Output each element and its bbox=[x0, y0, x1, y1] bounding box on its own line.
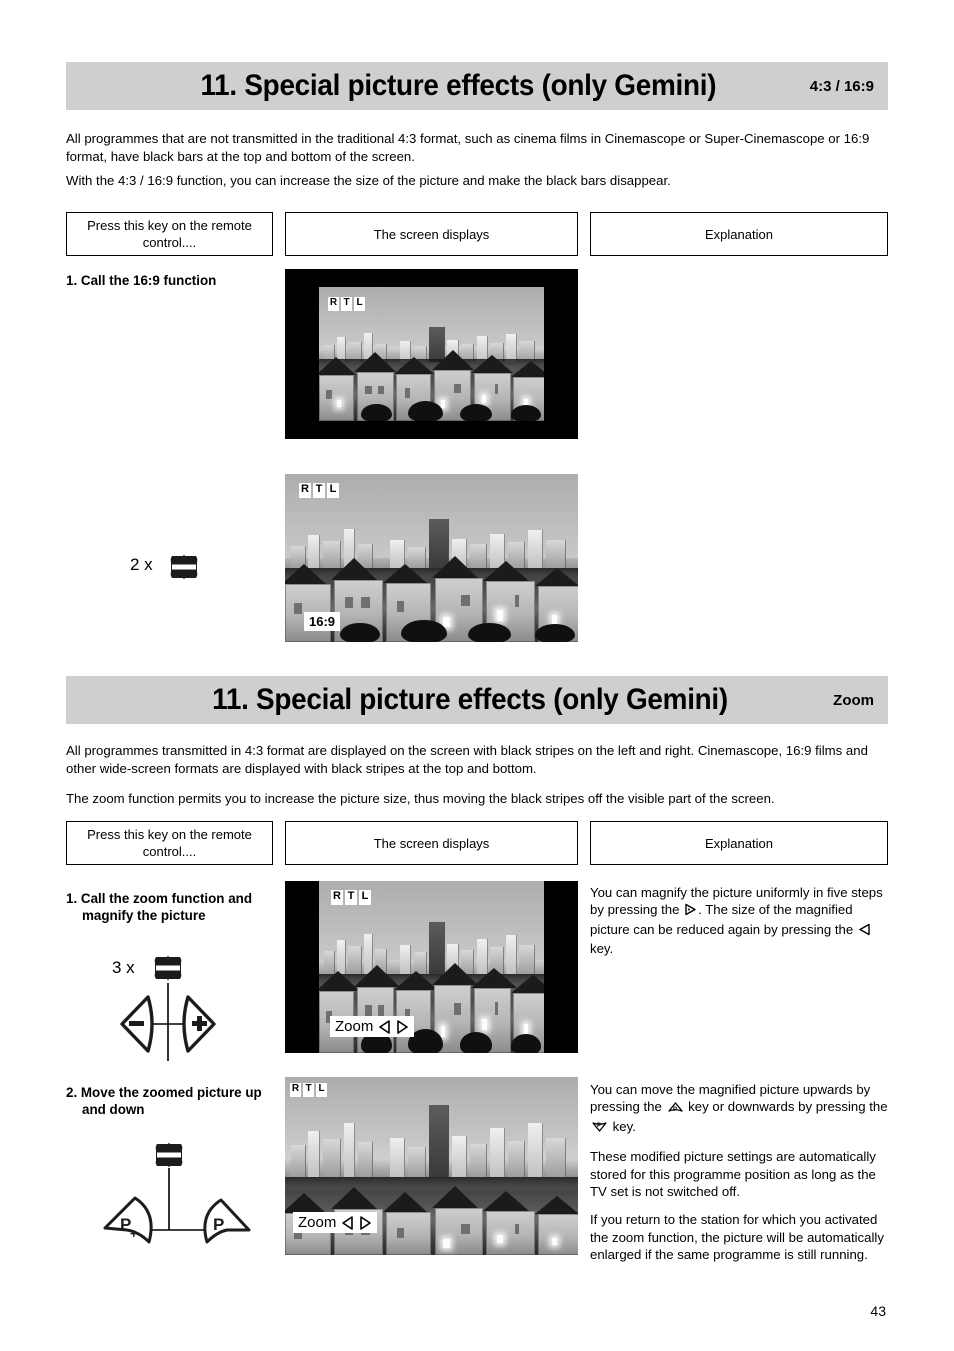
format-key-glyph bbox=[170, 554, 198, 580]
step-label-zoom-1: 1. Call the zoom function and magnify th… bbox=[66, 891, 253, 923]
manual-page: 11. Special picture effects (only Gemini… bbox=[0, 0, 954, 1351]
photo-painted-ladies bbox=[319, 962, 544, 1053]
explanation-magnify: You can magnify the picture uniformly in… bbox=[590, 885, 883, 957]
screen-zoom-shifted-picture-area: R T L Zoom bbox=[285, 1077, 578, 1255]
svg-text:P: P bbox=[213, 1215, 224, 1234]
keypress-count-aspect: 2 x bbox=[130, 555, 153, 574]
screen-169-full: R T L 16:9 bbox=[285, 474, 578, 642]
p-plus-key-icon: P bbox=[667, 1100, 684, 1117]
p-minus-key-icon[interactable]: P - bbox=[203, 1198, 251, 1244]
format-key-glyph bbox=[154, 955, 182, 981]
intro-paragraph-zoom-1: All programmes transmitted in 4:3 format… bbox=[66, 743, 868, 776]
col-header-explanation-1: Explanation bbox=[590, 212, 888, 256]
rtl-logo: R T L bbox=[290, 1083, 327, 1097]
explanation-return: If you return to the station for which y… bbox=[590, 1212, 884, 1263]
keypress-count-zoom: 3 x bbox=[112, 958, 135, 977]
rtl-logo: R T L bbox=[299, 483, 339, 498]
col-header-remote-key-1: Press this key on the remote control.... bbox=[66, 212, 273, 256]
section-header-aspect: 11. Special picture effects (only Gemini… bbox=[66, 62, 888, 110]
screen-zoom-shifted: R T L Zoom bbox=[285, 1077, 578, 1255]
section-header-zoom: 11. Special picture effects (only Gemini… bbox=[66, 676, 888, 724]
intro-paragraph-aspect-2: With the 4:3 / 16:9 function, you can in… bbox=[66, 173, 671, 188]
col-header-explanation-2: Explanation bbox=[590, 821, 888, 865]
photo-painted-ladies bbox=[319, 350, 544, 421]
osd-badge-zoom-2: Zoom bbox=[293, 1212, 378, 1233]
screen-169-picture-area: R T L 16:9 bbox=[285, 474, 578, 642]
section-tag-aspect: 4:3 / 16:9 bbox=[809, 77, 874, 95]
rtl-logo: R T L bbox=[331, 890, 371, 905]
osd-badge-zoom-1: Zoom bbox=[330, 1016, 415, 1037]
screen-zoom-pillarbox: R T L Zoom bbox=[285, 881, 578, 1053]
p-minus-key-icon: P bbox=[591, 1120, 608, 1137]
explanation-move-block: You can move the magnified picture upwar… bbox=[590, 1081, 892, 1275]
format-key-glyph bbox=[155, 1142, 183, 1168]
section-title-zoom: 11. Special picture effects (only Gemini… bbox=[212, 683, 728, 716]
photo-skyline bbox=[285, 1098, 578, 1177]
step-label-aspect-1: 1. Call the 16:9 function bbox=[66, 273, 217, 288]
arrow-keys-diagram bbox=[88, 983, 248, 1066]
svg-text:P: P bbox=[597, 1123, 601, 1129]
explanation-stored: These modified picture settings are auto… bbox=[590, 1149, 876, 1200]
screen-zoom-picture-area: R T L Zoom bbox=[319, 881, 544, 1053]
right-arrow-key-icon bbox=[396, 1019, 409, 1034]
right-arrow-key-icon bbox=[359, 1215, 372, 1230]
svg-text:P: P bbox=[673, 1107, 677, 1113]
p-plus-key-icon[interactable]: P + bbox=[103, 1196, 153, 1244]
section-tag-zoom: Zoom bbox=[833, 691, 874, 709]
left-arrow-key-icon bbox=[858, 923, 871, 940]
step-label-zoom-2: 2. Move the zoomed picture up and down bbox=[66, 1085, 262, 1117]
left-arrow-key-icon bbox=[378, 1019, 391, 1034]
right-arrow-key-icon bbox=[684, 903, 697, 920]
left-arrow-key-icon bbox=[341, 1215, 354, 1230]
format-key-icon-aspect[interactable] bbox=[168, 552, 200, 587]
svg-text:-: - bbox=[224, 1221, 229, 1237]
col-header-remote-key-2: Press this key on the remote control.... bbox=[66, 821, 273, 865]
programme-keys-diagram: P + P - bbox=[95, 1168, 265, 1255]
intro-paragraph-zoom-2: The zoom function permits you to increas… bbox=[66, 791, 775, 806]
section-title-aspect: 11. Special picture effects (only Gemini… bbox=[200, 69, 717, 102]
col-header-screen-1: The screen displays bbox=[285, 212, 578, 256]
intro-paragraph-aspect-1: All programmes that are not transmitted … bbox=[66, 131, 870, 164]
osd-badge-169: 16:9 bbox=[304, 612, 341, 631]
screen-43-picture-area: R T L bbox=[319, 287, 544, 421]
minus-key-icon[interactable] bbox=[120, 995, 154, 1053]
rtl-logo: R T L bbox=[328, 297, 365, 311]
page-number: 43 bbox=[870, 1303, 886, 1319]
explanation-move: You can move the magnified picture upwar… bbox=[590, 1081, 892, 1137]
screen-43-letterbox: R T L bbox=[285, 269, 578, 439]
plus-key-icon[interactable] bbox=[182, 995, 216, 1053]
col-header-screen-2: The screen displays bbox=[285, 821, 578, 865]
svg-text:+: + bbox=[130, 1226, 138, 1241]
